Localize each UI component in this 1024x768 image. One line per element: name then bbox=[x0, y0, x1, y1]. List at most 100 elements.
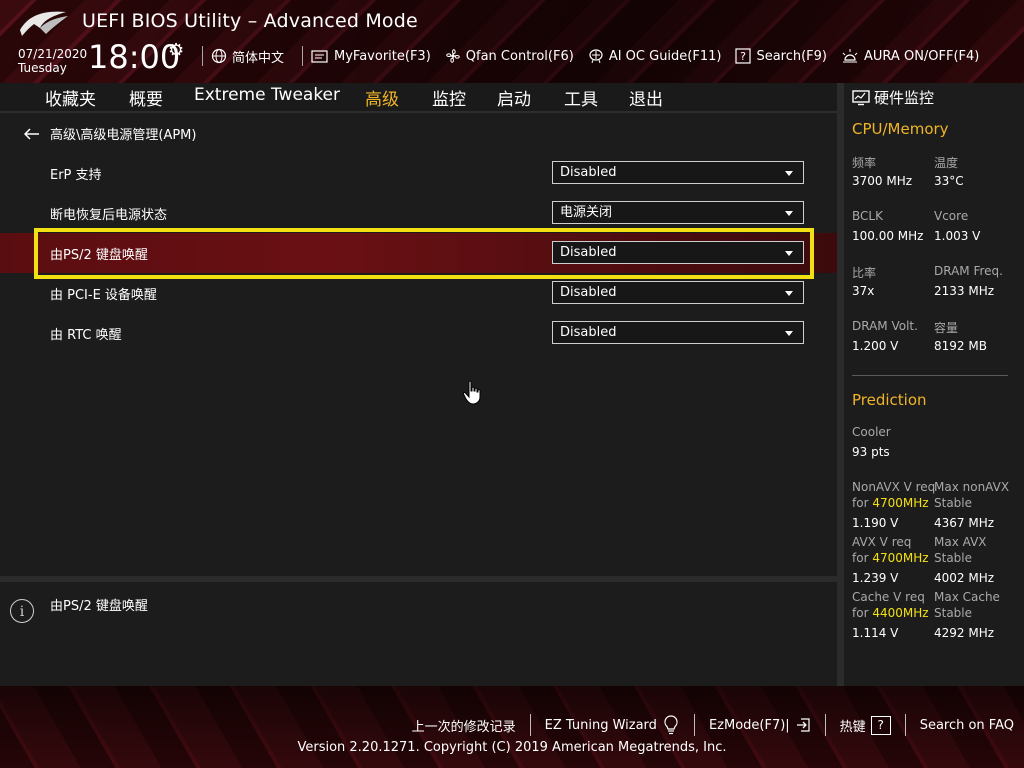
help-question-icon: ? bbox=[870, 715, 891, 735]
for-label: for bbox=[852, 551, 869, 565]
tab-advanced[interactable]: 高级 bbox=[365, 85, 399, 113]
breadcrumb-text: 高级\高级电源管理(APM) bbox=[50, 128, 197, 143]
ratio-value: 37x bbox=[852, 284, 875, 298]
ezmode-button[interactable]: EzMode(F7)| bbox=[709, 717, 811, 733]
nonavx-mhz-value: 4367 MHz bbox=[934, 516, 995, 530]
setting-row-erp[interactable]: ErP 支持 Disabled bbox=[0, 153, 837, 193]
setting-label: 由 RTC 唤醒 bbox=[50, 328, 122, 343]
for-label: for bbox=[852, 496, 869, 510]
setting-row-power-restore[interactable]: 断电恢复后电源状态 电源关闭 bbox=[0, 193, 837, 233]
ratio-label: 比率 bbox=[852, 266, 877, 280]
setting-label: 断电恢复后电源状态 bbox=[50, 208, 168, 223]
hardware-monitor-header: 硬件监控 bbox=[852, 87, 934, 108]
ai-oc-guide-button[interactable]: AI OC Guide(F11) bbox=[588, 48, 722, 64]
search-icon: ? bbox=[735, 48, 752, 64]
date-display[interactable]: 07/21/2020 Tuesday bbox=[18, 47, 87, 75]
temp-label: 温度 bbox=[934, 156, 959, 170]
cooler-value: 93 pts bbox=[852, 445, 890, 459]
hardware-monitor-panel: 硬件监控 CPU/Memory 频率 温度 3700 MHz 33°C BCLK… bbox=[844, 83, 1024, 686]
day-text: Tuesday bbox=[18, 61, 67, 75]
date-text: 07/21/2020 bbox=[18, 47, 88, 61]
avx-for-line: for 4700MHz bbox=[852, 551, 929, 565]
search-button[interactable]: ? Search(F9) bbox=[735, 48, 827, 64]
footer-actions: 上一次的修改记录 EZ Tuning Wizard EzMode(F7)| 热键… bbox=[412, 714, 1014, 736]
cache-volt-value: 1.114 V bbox=[852, 626, 899, 640]
setting-row-rtc-wake[interactable]: 由 RTC 唤醒 Disabled bbox=[0, 313, 837, 353]
monitor-icon bbox=[852, 89, 870, 105]
bclk-value: 100.00 MHz bbox=[852, 229, 924, 243]
avx-mhz-value: 4002 MHz bbox=[934, 571, 995, 585]
capacity-value: 8192 MB bbox=[934, 339, 987, 353]
monitor-divider bbox=[852, 375, 1008, 376]
dropdown-value: Disabled bbox=[560, 285, 617, 300]
footer-divider bbox=[529, 714, 531, 736]
gear-icon[interactable]: ⚙ bbox=[168, 40, 184, 61]
freq-label: 频率 bbox=[852, 156, 877, 170]
qfan-button[interactable]: Qfan Control(F6) bbox=[445, 48, 574, 64]
chevron-down-icon bbox=[785, 291, 793, 296]
hotkeys-label: 热键 bbox=[839, 719, 866, 735]
chevron-down-icon bbox=[785, 331, 793, 336]
selection-highlight-box bbox=[34, 228, 814, 279]
footer-divider bbox=[904, 714, 906, 736]
pcie-wake-dropdown[interactable]: Disabled bbox=[552, 281, 804, 304]
stable-label: Stable bbox=[934, 551, 973, 565]
cache-max-label: Max Cache bbox=[934, 590, 1000, 604]
ez-tuning-wizard-button[interactable]: EZ Tuning Wizard bbox=[545, 715, 680, 735]
toolbar-divider bbox=[302, 46, 304, 66]
ai-oc-icon bbox=[589, 49, 603, 64]
hardware-monitor-title: 硬件监控 bbox=[874, 89, 935, 107]
cooler-label: Cooler bbox=[852, 425, 891, 439]
bclk-label: BCLK bbox=[852, 209, 883, 223]
setting-row-pcie-wake[interactable]: 由 PCI-E 设备唤醒 Disabled bbox=[0, 273, 837, 313]
tab-monitor[interactable]: 监控 bbox=[432, 85, 466, 110]
for-label: for bbox=[852, 606, 869, 620]
dram-freq-value: 2133 MHz bbox=[934, 284, 995, 298]
copyright-text: Version 2.20.1271. Copyright (C) 2019 Am… bbox=[297, 740, 727, 755]
dropdown-value: 电源关闭 bbox=[560, 205, 613, 220]
aura-button[interactable]: AURA ON/OFF(F4) bbox=[841, 48, 979, 64]
vcore-label: Vcore bbox=[934, 209, 969, 223]
chevron-down-icon bbox=[785, 171, 793, 176]
tab-extreme-tweaker[interactable]: Extreme Tweaker bbox=[194, 85, 340, 105]
cache-req-label: Cache V req bbox=[852, 590, 925, 604]
tab-favorites[interactable]: 收藏夹 bbox=[45, 85, 96, 110]
prediction-heading: Prediction bbox=[852, 391, 927, 409]
setting-label: 由 PCI-E 设备唤醒 bbox=[50, 288, 157, 303]
setting-label: ErP 支持 bbox=[50, 168, 102, 183]
page-title: UEFI BIOS Utility – Advanced Mode bbox=[82, 10, 418, 32]
capacity-label: 容量 bbox=[934, 321, 959, 335]
panel-divider bbox=[837, 83, 844, 686]
tab-main[interactable]: 概要 bbox=[129, 85, 163, 110]
tab-exit[interactable]: 退出 bbox=[629, 85, 663, 110]
cache-freq: 4400MHz bbox=[872, 606, 929, 620]
rog-logo-icon bbox=[20, 11, 68, 36]
ai-oc-label: AI OC Guide(F11) bbox=[608, 48, 722, 64]
rtc-wake-dropdown[interactable]: Disabled bbox=[552, 321, 804, 344]
back-arrow-icon[interactable] bbox=[24, 127, 40, 140]
tab-boot[interactable]: 启动 bbox=[497, 85, 531, 110]
dram-freq-label: DRAM Freq. bbox=[934, 264, 1003, 278]
erp-dropdown[interactable]: Disabled bbox=[552, 161, 804, 184]
exit-arrow-icon bbox=[796, 718, 810, 732]
chevron-down-icon bbox=[785, 211, 793, 216]
language-button[interactable]: 简体中文 bbox=[211, 47, 284, 66]
svg-text:?: ? bbox=[741, 50, 747, 63]
info-icon: i bbox=[10, 599, 34, 623]
last-modified-button[interactable]: 上一次的修改记录 bbox=[412, 716, 516, 735]
power-restore-dropdown[interactable]: 电源关闭 bbox=[552, 201, 804, 224]
fan-icon bbox=[446, 49, 460, 63]
clock-display[interactable]: 18:00 bbox=[88, 38, 180, 76]
language-label: 简体中文 bbox=[232, 50, 285, 66]
avx-req-label: AVX V req bbox=[852, 535, 912, 549]
cache-for-line: for 4400MHz bbox=[852, 606, 929, 620]
search-faq-button[interactable]: Search on FAQ bbox=[920, 718, 1014, 733]
main-tab-bar: 收藏夹 概要 Extreme Tweaker 高级 监控 启动 工具 退出 bbox=[0, 83, 837, 113]
tab-tool[interactable]: 工具 bbox=[564, 85, 598, 110]
help-panel: i 由PS/2 键盘唤醒 bbox=[0, 582, 837, 686]
myfavorite-button[interactable]: MyFavorite(F3) bbox=[311, 49, 431, 64]
footer-bar: 上一次的修改记录 EZ Tuning Wizard EzMode(F7)| 热键… bbox=[0, 686, 1024, 768]
hotkeys-button[interactable]: 热键 ? bbox=[839, 715, 891, 735]
nonavx-req-label: NonAVX V req bbox=[852, 480, 936, 494]
dropdown-value: Disabled bbox=[560, 165, 617, 180]
